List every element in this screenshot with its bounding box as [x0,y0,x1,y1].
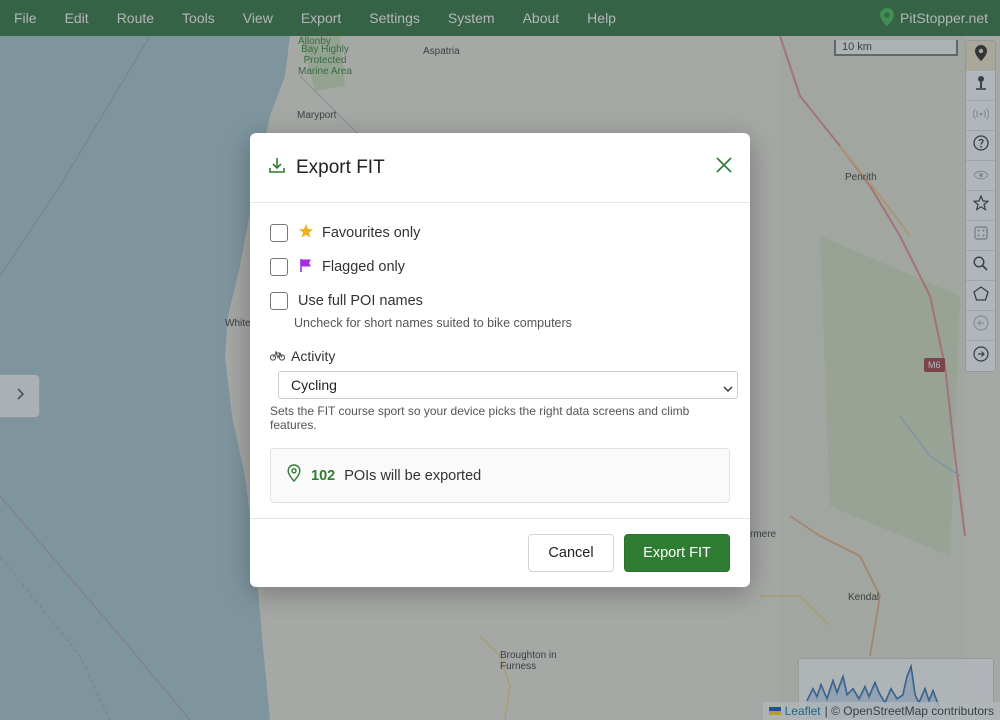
poi-count: 102 [311,467,336,484]
dialog-footer: Cancel Export FIT [250,519,750,587]
poi-count-text: POIs will be exported [344,467,482,484]
full-names-label[interactable]: Use full POI names [298,293,423,309]
chevron-down-icon [723,380,733,396]
star-icon [298,223,314,244]
activity-label: Activity [291,348,336,364]
close-button[interactable] [716,157,732,178]
flag-icon [298,257,314,278]
dialog-header: Export FIT [250,133,750,203]
favourites-label[interactable]: Favourites only [322,225,420,241]
export-fit-button[interactable]: Export FIT [624,534,730,572]
close-icon [716,157,732,178]
export-summary: 102 POIs will be exported [270,448,730,503]
cancel-button[interactable]: Cancel [528,534,614,572]
flagged-option: Flagged only [270,255,730,279]
full-names-hint: Uncheck for short names suited to bike c… [294,316,572,330]
dialog-title: Export FIT [296,156,385,178]
dialog-body: Favourites only Flagged only Use full PO… [250,203,750,519]
bicycle-icon [269,348,286,364]
export-fit-dialog: Export FIT Favourites only Flagged only … [250,133,750,587]
flagged-checkbox[interactable] [270,258,288,276]
activity-select[interactable]: Cycling [278,371,738,399]
activity-selected-value: Cycling [291,377,337,393]
favourites-checkbox[interactable] [270,224,288,242]
download-icon [268,156,286,179]
activity-heading: Activity [269,348,730,364]
full-names-checkbox[interactable] [270,292,288,310]
flagged-label[interactable]: Flagged only [322,259,405,275]
favourites-option: Favourites only [270,221,730,245]
full-names-option: Use full POI names [270,289,730,313]
location-pin-icon [287,464,301,487]
activity-help-text: Sets the FIT course sport so your device… [270,404,690,432]
